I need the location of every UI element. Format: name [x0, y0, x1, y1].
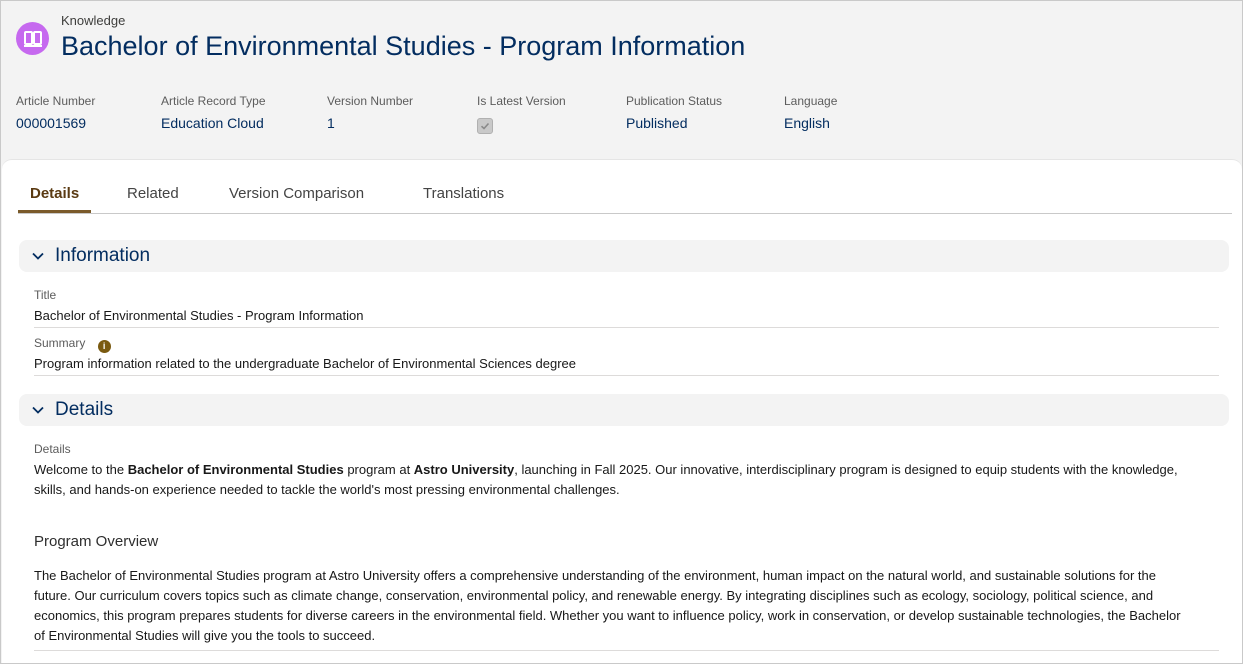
object-type-label: Knowledge [61, 13, 126, 28]
summary-label-text: Summary [34, 336, 86, 350]
checkmark-icon [480, 122, 490, 130]
record-header: Knowledge Bachelor of Environmental Stud… [1, 1, 1242, 161]
tab-version-comparison[interactable]: Version Comparison [229, 185, 364, 202]
intro-bold-text: Astro University [413, 462, 515, 477]
program-overview-heading: Program Overview [34, 533, 159, 550]
field-value: 000001569 [16, 115, 87, 131]
chevron-down-icon [32, 406, 44, 414]
divider [34, 650, 1219, 651]
record-body: Details Related Version Comparison Trans… [2, 159, 1242, 663]
title-field-value: Bachelor of Environmental Studies - Prog… [34, 308, 364, 323]
intro-text: Welcome to the [34, 462, 128, 477]
summary-field-value: Program information related to the under… [34, 356, 576, 371]
program-overview-text: The Bachelor of Environmental Studies pr… [34, 568, 1181, 643]
field-label: Version Number [327, 94, 414, 108]
highlight-language: Language English [784, 94, 837, 131]
details-field-label: Details [34, 442, 71, 456]
highlight-version-number: Version Number 1 [327, 94, 413, 131]
active-tab-indicator [18, 210, 91, 213]
chevron-down-icon [32, 252, 44, 260]
field-label: Is Latest Version [477, 94, 566, 108]
page-title: Bachelor of Environmental Studies - Prog… [61, 31, 746, 61]
highlight-article-number: Article Number 000001569 [16, 94, 95, 131]
summary-field-label: Summary i [34, 336, 111, 353]
tab-translations[interactable]: Translations [423, 185, 504, 202]
tab-details[interactable]: Details [30, 185, 79, 202]
tab-bar: Details Related Version Comparison Trans… [18, 160, 1232, 214]
field-value: Published [626, 115, 688, 131]
section-title: Details [55, 399, 114, 420]
section-header-details[interactable]: Details [19, 394, 1229, 426]
field-value: English [784, 115, 830, 131]
field-label: Article Number [16, 94, 96, 108]
field-label: Publication Status [626, 94, 723, 108]
field-value: 1 [327, 115, 335, 131]
section-title: Information [55, 245, 151, 266]
page-frame: Knowledge Bachelor of Environmental Stud… [0, 0, 1243, 664]
book-icon [16, 22, 49, 55]
divider [34, 375, 1219, 376]
field-label: Article Record Type [161, 94, 266, 108]
highlight-record-type: Article Record Type Education Cloud [161, 94, 266, 131]
intro-bold-text: Bachelor of Environmental Studies [127, 462, 344, 477]
tab-related[interactable]: Related [127, 185, 179, 202]
info-icon[interactable]: i [97, 339, 111, 353]
divider [34, 327, 1219, 328]
highlight-latest-version: Is Latest Version [477, 94, 566, 134]
section-header-information[interactable]: Information [19, 240, 1229, 272]
details-intro-text: Welcome to the Bachelor of Environmental… [34, 460, 1184, 500]
highlight-publication-status: Publication Status Published [626, 94, 722, 131]
latest-version-checkbox [477, 118, 493, 134]
field-label: Language [784, 94, 838, 108]
title-field-label: Title [34, 288, 57, 302]
intro-text: program at [343, 462, 414, 477]
field-value: Education Cloud [161, 115, 264, 131]
